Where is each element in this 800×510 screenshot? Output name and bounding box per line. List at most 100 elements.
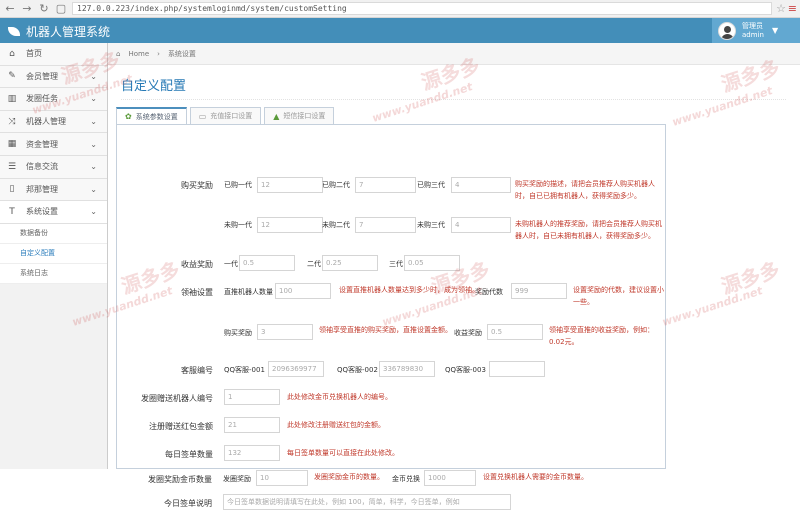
- buy-gen3-input[interactable]: 4: [451, 177, 511, 193]
- page-title: 自定义配置: [121, 79, 187, 94]
- title-divider: [121, 99, 786, 100]
- bookmark-star-icon[interactable]: ☆: [776, 2, 786, 15]
- browser-menu-icon[interactable]: ≡: [788, 2, 797, 15]
- breadcrumb-home[interactable]: Home: [128, 50, 149, 58]
- sidebar-item-settings[interactable]: T 系统设置 ⌄: [0, 201, 107, 224]
- tab-sms[interactable]: ▲ 短信接口设置: [264, 107, 335, 125]
- service-label: 客服编号: [181, 366, 213, 375]
- service-qq2-input[interactable]: 336789830: [379, 361, 435, 377]
- register-help: 此处修改注册赠送红包的金额。: [287, 421, 385, 429]
- chevron-down-icon: ⌄: [90, 207, 97, 217]
- tab-system-params[interactable]: ✿ 系统参数设置: [116, 107, 187, 125]
- home-icon[interactable]: ⌂: [116, 50, 120, 58]
- nobuy-gen1-input[interactable]: 12: [257, 217, 323, 233]
- daily-input[interactable]: 132: [224, 445, 280, 461]
- register-input[interactable]: 21: [224, 417, 280, 433]
- sidebar-item-messages[interactable]: ☰ 信息交流 ⌄: [0, 155, 107, 179]
- sidebar-subitem-backup[interactable]: 数据备份: [0, 223, 107, 244]
- sidebar-subitem-label: 数据备份: [20, 229, 48, 238]
- nobuy-gen1-label: 未购一代: [224, 221, 252, 229]
- income-gen1-input[interactable]: 0.5: [239, 255, 295, 271]
- buy-gen1-label: 已购一代: [224, 181, 252, 189]
- buy-reward-help-1: 购买奖励的描述，请把会员推荐人购买机器人时，自已已拥有机器人，获得奖励多少。: [515, 180, 655, 200]
- sidebar-item-label: 发圈任务: [26, 94, 58, 104]
- browser-toolbar: ← → ↻ ▢ 127.0.0.223/index.php/systemlogi…: [0, 0, 800, 18]
- buy-gen1-input[interactable]: 12: [257, 177, 323, 193]
- breadcrumb-separator: ›: [157, 49, 160, 58]
- income-gen1-label: 一代: [224, 260, 238, 268]
- list-icon: ☰: [7, 161, 17, 172]
- leader-gen-label: 奖励代数: [475, 288, 503, 296]
- leader-income-input[interactable]: 0.5: [487, 324, 543, 340]
- notice-label: 今日签单说明: [164, 499, 212, 508]
- chart-icon: ▥: [7, 93, 17, 104]
- bot-no-input[interactable]: 1: [224, 389, 280, 405]
- coin-reward-label: 发圈奖励: [223, 475, 251, 483]
- sidebar-item-label: 首页: [26, 49, 42, 59]
- edit-icon: ✎: [8, 71, 16, 82]
- coin-exchange-help: 设置兑换机器人需要的金币数量。: [483, 473, 588, 481]
- income-gen2-label: 二代: [307, 260, 321, 268]
- leader-income-label: 收益奖励: [454, 329, 482, 337]
- nobuy-gen2-label: 未购二代: [322, 221, 350, 229]
- leader-gen-input[interactable]: 999: [511, 283, 567, 299]
- address-bar[interactable]: 127.0.0.223/index.php/systemloginmd/syst…: [72, 2, 772, 15]
- shuffle-icon: ⤨: [8, 116, 16, 127]
- sidebar-item-pages[interactable]: ▯ 邦那管理 ⌄: [0, 178, 107, 202]
- leader-buy-label: 购买奖励: [224, 329, 252, 337]
- sidebar-item-label: 邦那管理: [26, 184, 58, 194]
- leader-buy-input[interactable]: 3: [257, 324, 313, 340]
- sidebar-subitem-custom[interactable]: 自定义配置: [0, 243, 107, 264]
- tab-label: 系统参数设置: [135, 112, 178, 121]
- service-qq2-label: QQ客服-002: [337, 366, 378, 374]
- service-qq3-input[interactable]: [489, 361, 545, 377]
- brand[interactable]: 机器人管理系统: [8, 23, 110, 40]
- buy-reward-help-2: 未购机器人的推荐奖励，请把会员推荐人购买机器人时，自已未拥有机器人，获得奖励多少…: [515, 220, 662, 240]
- user-name: admin: [742, 30, 764, 39]
- buy-gen2-input[interactable]: 7: [355, 177, 416, 193]
- leader-label: 领袖设置: [181, 288, 213, 297]
- main-content: ⌂ Home › 系统设置 自定义配置 ✿ 系统参数设置 ▭ 充值接口设置 ▲ 短信接…: [108, 43, 800, 510]
- sidebar-item-home[interactable]: ⌂ 首页: [0, 43, 107, 66]
- income-gen2-input[interactable]: 0.25: [322, 255, 378, 271]
- bot-no-label: 发圈赠送机器人编号: [141, 394, 213, 403]
- avatar: [718, 21, 736, 40]
- register-label: 注册赠送红包金额: [149, 422, 213, 431]
- app-header: 机器人管理系统 管理员 admin ▼: [0, 18, 800, 43]
- tab-label: 短信接口设置: [283, 112, 326, 120]
- tab-label: 充值接口设置: [210, 112, 253, 120]
- nobuy-gen2-input[interactable]: 7: [355, 217, 416, 233]
- income-gen3-input[interactable]: 0.05: [404, 255, 460, 271]
- leader-buy-help: 领袖享受直推的购买奖励，直推设置金额。: [319, 326, 452, 334]
- leader-direct-input[interactable]: 100: [275, 283, 331, 299]
- tab-recharge[interactable]: ▭ 充值接口设置: [189, 107, 262, 125]
- sidebar-item-funds[interactable]: ▦ 资金管理 ⌄: [0, 133, 107, 156]
- reload-icon[interactable]: ↻: [37, 2, 51, 16]
- tab-bar: ✿ 系统参数设置 ▭ 充值接口设置 ▲ 短信接口设置: [116, 107, 337, 125]
- sidebar-item-label: 资金管理: [26, 139, 58, 149]
- sidebar-item-label: 信息交流: [26, 162, 58, 172]
- coin-reward-input[interactable]: 10: [256, 470, 308, 486]
- sidebar-item-label: 会员管理: [26, 71, 58, 81]
- coin-exchange-input[interactable]: 1000: [424, 470, 476, 486]
- back-icon[interactable]: ←: [3, 2, 17, 16]
- sidebar-item-label: 系统设置: [26, 207, 58, 217]
- chevron-down-icon: ⌄: [90, 139, 97, 149]
- buy-reward-label: 购买奖励: [181, 181, 213, 190]
- notice-input[interactable]: 今日签单数据说明请填写在此处，例如 100，简单，科学，今日签单，例如: [223, 494, 511, 510]
- caret-down-icon: ▼: [771, 26, 779, 35]
- chevron-down-icon: ⌄: [90, 94, 97, 104]
- nobuy-gen3-input[interactable]: 4: [451, 217, 511, 233]
- chevron-down-icon: ⌄: [90, 71, 97, 81]
- chevron-down-icon: ⌄: [90, 162, 97, 172]
- sidebar-item-label: 机器人管理: [26, 117, 66, 127]
- sidebar-item-members[interactable]: ✎ 会员管理 ⌄: [0, 65, 107, 89]
- nobuy-gen3-label: 未购三代: [417, 221, 445, 229]
- sidebar: ⌂ 首页 ✎ 会员管理 ⌄ ▥ 发圈任务 ⌄ ⤨ 机器人管理 ⌄ ▦ 资金管理 ⌄ ☰ 信息交流 ⌄ …: [0, 43, 108, 469]
- forward-icon[interactable]: →: [20, 2, 34, 16]
- sidebar-subitem-logs[interactable]: 系统日志: [0, 263, 107, 284]
- sidebar-item-tasks[interactable]: ▥ 发圈任务 ⌄: [0, 88, 107, 111]
- service-qq1-input[interactable]: 2096369977: [268, 361, 324, 377]
- user-menu[interactable]: 管理员 admin ▼: [712, 18, 800, 43]
- sidebar-item-robots[interactable]: ⤨ 机器人管理 ⌄: [0, 110, 107, 134]
